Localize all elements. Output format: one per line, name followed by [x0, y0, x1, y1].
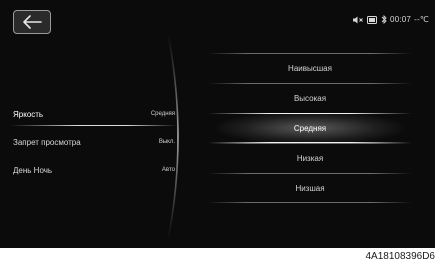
option-low[interactable]: Низкая — [208, 143, 412, 173]
option-highest[interactable]: Наивысшая — [208, 53, 412, 83]
bluetooth-icon — [381, 15, 387, 24]
menu-item-label: Запрет просмотра — [13, 137, 81, 147]
menu-item-view-lock[interactable]: Запрет просмотра Выкл. — [0, 128, 185, 156]
mute-icon — [353, 16, 363, 23]
infotainment-screen: 00:07 --℃ Яркость Средняя Запрет просмот… — [0, 0, 435, 248]
option-high[interactable]: Высокая — [208, 83, 412, 113]
menu-item-value: Средняя — [150, 111, 175, 117]
phone-icon — [367, 15, 378, 24]
status-bar: 00:07 --℃ — [353, 15, 429, 24]
menu-item-label: Яркость — [13, 109, 44, 119]
temperature: --℃ — [414, 15, 429, 24]
settings-menu: Яркость Средняя Запрет просмотра Выкл. Д… — [0, 100, 185, 184]
option-medium[interactable]: Средняя — [208, 113, 412, 143]
menu-item-value: Авто — [161, 167, 175, 173]
menu-item-value: Выкл. — [158, 139, 175, 145]
menu-item-label: День Ночь — [13, 165, 53, 175]
back-button[interactable] — [13, 10, 51, 34]
figure-code: 4A18108396D6 — [365, 251, 435, 262]
menu-item-day-night[interactable]: День Ночь Авто — [0, 156, 185, 184]
option-lowest[interactable]: Низшая — [208, 173, 412, 203]
menu-item-brightness[interactable]: Яркость Средняя — [0, 100, 185, 128]
brightness-options: Наивысшая Высокая Средняя Низкая Низшая — [208, 53, 412, 203]
clock: 00:07 — [390, 15, 412, 24]
back-arrow-icon — [23, 15, 42, 29]
